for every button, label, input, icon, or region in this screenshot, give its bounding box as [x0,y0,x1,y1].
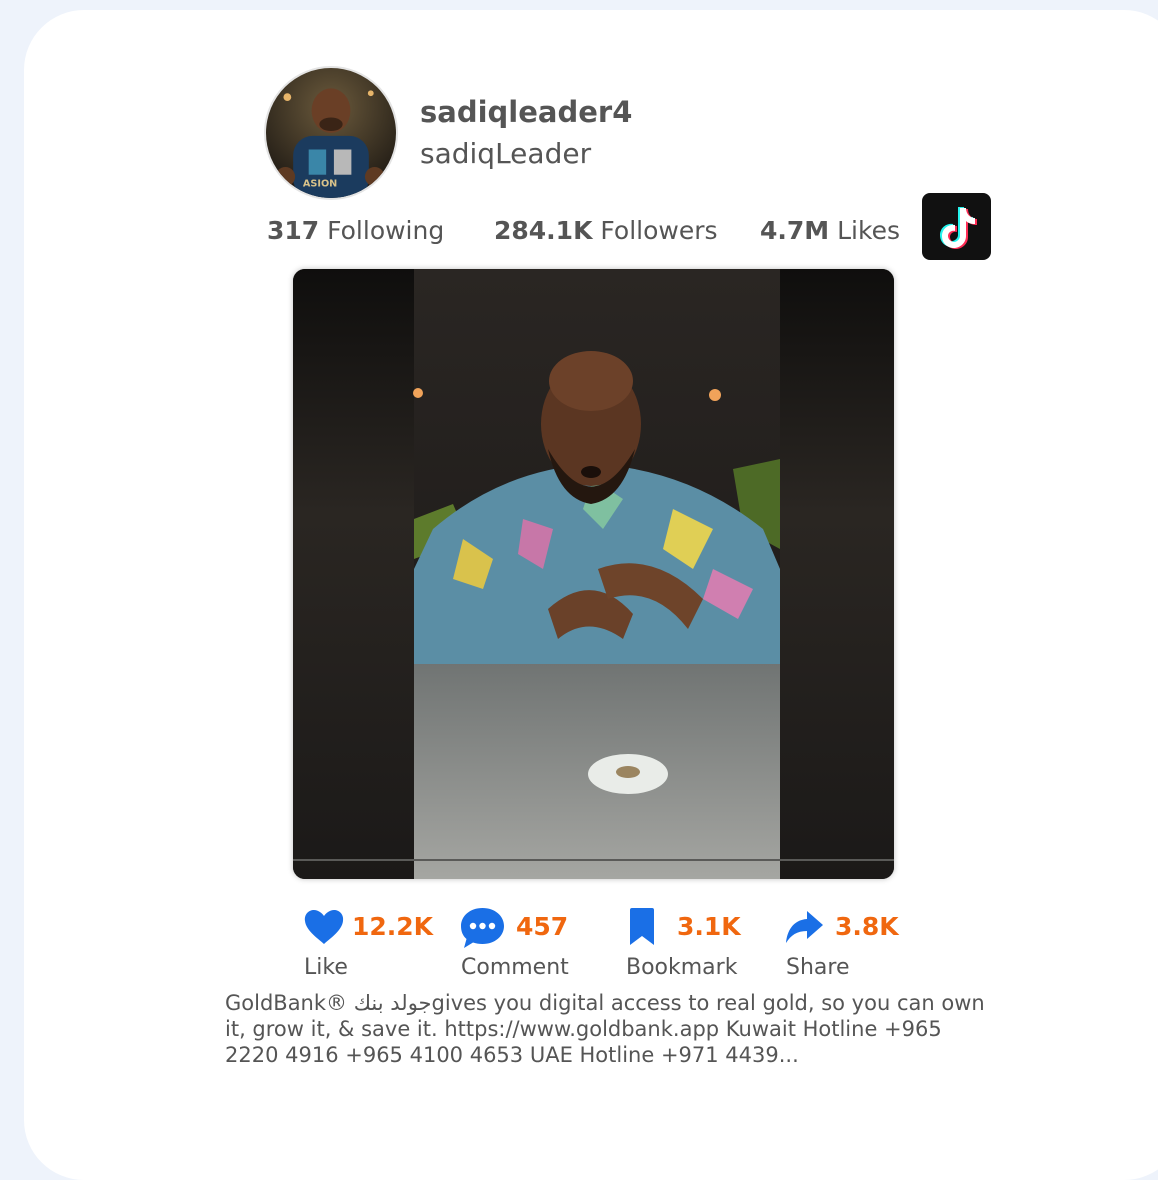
comment-count: 457 [516,912,569,941]
like-label: Like [304,955,348,980]
likes-stat[interactable]: 4.7M Likes [760,216,900,245]
comment-button[interactable]: 457 [459,905,579,949]
video-thumbnail [293,269,894,879]
comment-label: Comment [461,955,569,980]
followers-stat[interactable]: 284.1K Followers [494,216,718,245]
heart-icon [302,905,346,949]
svg-text:ASION: ASION [303,178,337,189]
bookmark-label: Bookmark [626,955,738,980]
post-caption: GoldBank® جولد بنكgives you digital acce… [225,991,985,1067]
like-button[interactable]: 12.2K [302,905,434,949]
bookmark-button[interactable]: 3.1K [624,905,741,949]
video-player[interactable] [293,269,894,879]
share-button[interactable]: 3.8K [783,905,899,949]
tiktok-logo-icon[interactable] [922,193,991,260]
followers-count: 284.1K [494,216,593,245]
bookmark-count: 3.1K [677,912,741,941]
share-count: 3.8K [835,912,899,941]
username[interactable]: sadiqleader4 [420,95,632,129]
following-label: Following [327,216,445,245]
likes-label: Likes [837,216,900,245]
likes-count: 4.7M [760,216,830,245]
bookmark-icon [624,905,668,949]
comment-bubble-icon [459,905,506,951]
profile-photo: ASION [266,68,396,198]
followers-label: Followers [600,216,718,245]
following-stat[interactable]: 317 Following [267,216,444,245]
following-count: 317 [267,216,320,245]
like-count: 12.2K [352,912,434,941]
share-arrow-icon [783,905,827,949]
display-name: sadiqLeader [420,137,592,170]
avatar[interactable]: ASION [264,66,398,200]
share-label: Share [786,955,850,980]
